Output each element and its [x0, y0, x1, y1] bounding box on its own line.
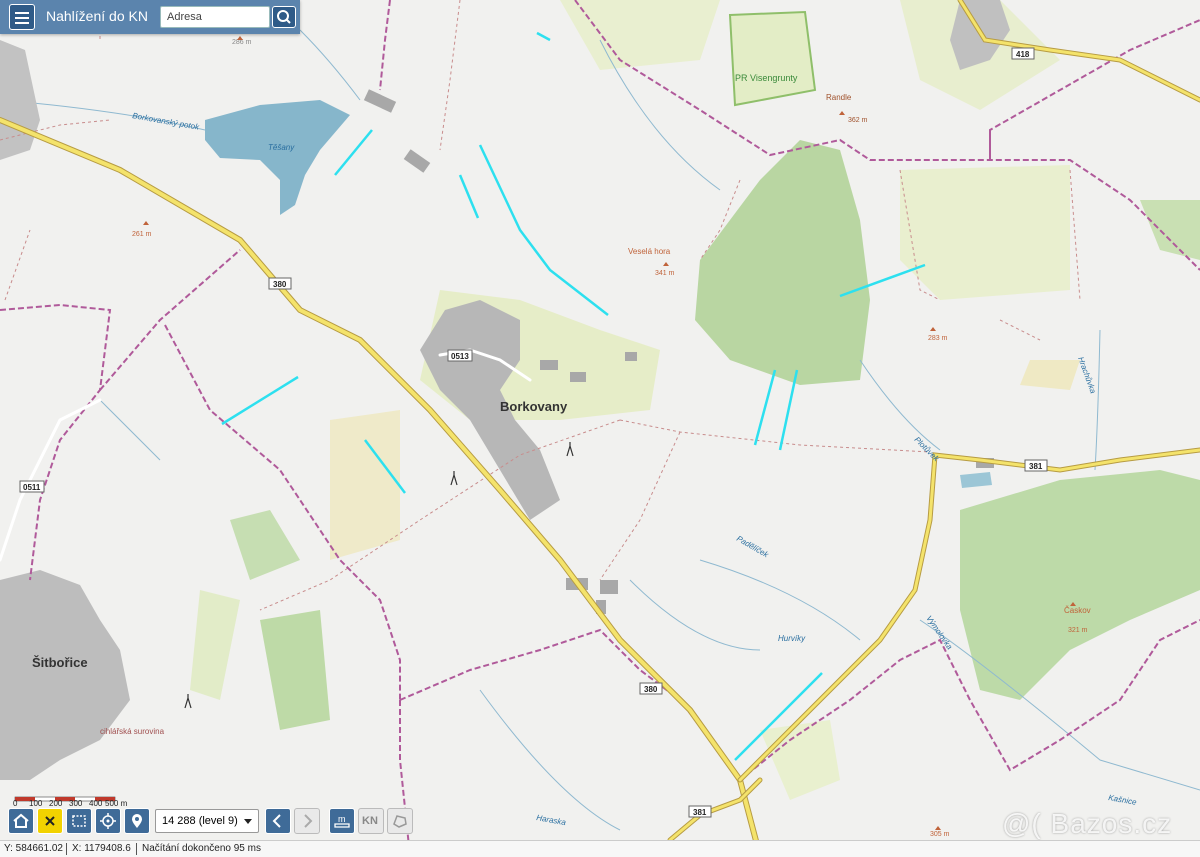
chevron-left-icon — [272, 814, 281, 828]
home-icon — [13, 813, 29, 828]
road-number: 380 — [644, 685, 658, 694]
stream-label: Hurvíky — [778, 634, 806, 643]
select-rectangle-icon — [72, 815, 86, 827]
locate-button[interactable] — [95, 808, 121, 834]
coordinate-y: Y: 584661.02 — [4, 843, 63, 854]
clear-button[interactable] — [37, 808, 63, 834]
hamburger-icon — [15, 12, 29, 14]
place-label-sitborice: Šitbořice — [32, 655, 88, 670]
scale-bar: 0 100 200 300 400 500 m — [13, 791, 129, 808]
polygon-icon — [393, 815, 407, 828]
polygon-tool-button[interactable] — [387, 808, 413, 834]
elevation-label: 283 m — [928, 335, 948, 342]
place-label-vesela-hora: Veselá hora — [628, 247, 671, 256]
measure-button[interactable]: m — [329, 808, 355, 834]
map-canvas[interactable]: Borkovany Šitbořice Těšany PR Visengrunt… — [0, 0, 1200, 856]
place-label-cihlarska-surovina: cihlářská surovina — [100, 727, 165, 736]
road-number: 381 — [693, 808, 707, 817]
elevation-label: 362 m — [848, 117, 868, 124]
place-label-tesany: Těšany — [268, 143, 295, 152]
road-number: 380 — [273, 280, 287, 289]
chevron-right-icon — [304, 814, 313, 828]
search-button[interactable] — [272, 6, 296, 28]
elevation-label: 321 m — [1068, 627, 1088, 634]
hamburger-icon — [15, 17, 29, 19]
place-label-borkovany: Borkovany — [500, 399, 568, 414]
address-search-input[interactable] — [160, 6, 270, 28]
load-status: Načítání dokončeno 95 ms — [142, 843, 261, 854]
ruler-icon: m — [334, 814, 350, 828]
place-label-pr-visengrunty: PR Visengrunty — [735, 73, 798, 83]
road-number: 381 — [1029, 462, 1043, 471]
hamburger-icon — [15, 22, 29, 24]
zoom-level-value: 14 288 (level 9) — [162, 815, 238, 827]
elevation-label: 305 m — [930, 831, 950, 838]
elevation-label: 341 m — [655, 270, 675, 277]
status-bar: Y: 584661.02 X: 1179408.6 Načítání dokon… — [0, 840, 1200, 857]
select-area-button[interactable] — [66, 808, 92, 834]
chevron-down-icon — [244, 819, 252, 824]
elevation-label: 261 m — [132, 231, 152, 238]
kn-button[interactable]: KN — [358, 808, 384, 834]
status-divider — [66, 843, 67, 855]
menu-button[interactable] — [9, 4, 35, 30]
place-marker-button[interactable] — [124, 808, 150, 834]
previous-view-button[interactable] — [265, 808, 291, 834]
kn-label: KN — [362, 815, 378, 827]
status-divider — [136, 843, 137, 855]
close-icon — [45, 816, 55, 826]
watermark: @( Bazos.cz — [1002, 808, 1173, 839]
coordinate-x: X: 1179408.6 — [72, 843, 131, 854]
svg-text:m: m — [338, 814, 346, 824]
zoom-level-select[interactable]: 14 288 (level 9) — [155, 809, 259, 833]
place-label-caskov: Časkov — [1064, 606, 1091, 615]
elevation-label: 286 m — [232, 39, 252, 46]
road-number: 0513 — [451, 352, 469, 361]
road-number: 0511 — [23, 483, 41, 492]
header-bar: Nahlížení do KN — [0, 0, 300, 34]
road-number: 418 — [1016, 50, 1030, 59]
place-label-randle: Randle — [826, 93, 852, 102]
crosshair-icon — [100, 813, 116, 829]
search-icon — [277, 10, 291, 24]
home-button[interactable] — [8, 808, 34, 834]
map-pin-icon — [132, 814, 142, 828]
app-title: Nahlížení do KN — [46, 8, 148, 24]
next-view-button[interactable] — [294, 808, 320, 834]
